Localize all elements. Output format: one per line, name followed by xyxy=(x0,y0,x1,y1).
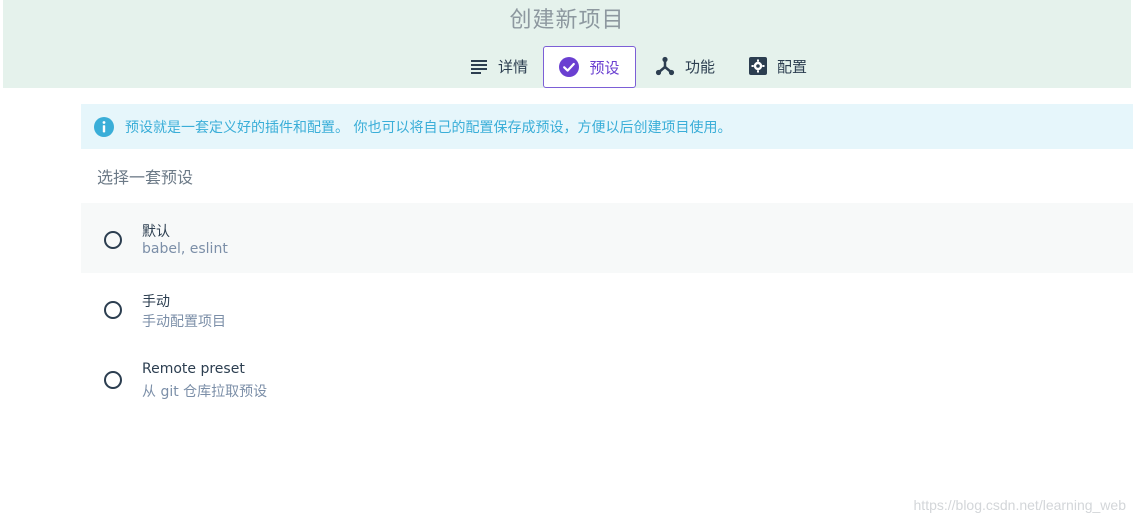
fork-icon xyxy=(655,56,675,76)
header: 创建新项目 详情 预设 功能 配置 xyxy=(3,0,1131,88)
tab-config[interactable]: 配置 xyxy=(745,46,835,86)
settings-icon xyxy=(749,57,767,75)
preset-item-remote[interactable]: Remote preset 从 git 仓库拉取预设 xyxy=(81,343,1133,413)
preset-name: 默认 xyxy=(142,224,170,240)
watermark: https://blog.csdn.net/learning_web xyxy=(913,497,1126,513)
tab-features-label: 功能 xyxy=(685,57,716,76)
radio-button[interactable] xyxy=(104,231,122,249)
info-banner: 预设就是一套定义好的插件和配置。 你也可以将自己的配置保存成预设，方便以后创建项… xyxy=(81,104,1133,149)
step-tabs: 详情 预设 功能 配置 xyxy=(3,46,1131,88)
info-text: 预设就是一套定义好的插件和配置。 你也可以将自己的配置保存成预设，方便以后创建项… xyxy=(125,119,732,136)
preset-description: 手动配置项目 xyxy=(142,314,226,330)
section-title: 选择一套预设 xyxy=(97,168,194,187)
preset-name: 手动 xyxy=(142,294,170,310)
preset-description: 从 git 仓库拉取预设 xyxy=(142,384,268,400)
radio-button[interactable] xyxy=(104,371,122,389)
preset-item-default[interactable]: 默认 babel, eslint xyxy=(81,203,1133,273)
tab-presets[interactable]: 预设 xyxy=(543,46,636,88)
preset-description: babel, eslint xyxy=(142,241,228,257)
check-circle-icon xyxy=(559,57,580,77)
info-icon xyxy=(94,116,114,137)
preset-list: 默认 babel, eslint 手动 手动配置项目 Remote preset… xyxy=(81,203,1133,413)
radio-button[interactable] xyxy=(104,301,122,319)
preset-name: Remote preset xyxy=(142,361,245,377)
preset-item-manual[interactable]: 手动 手动配置项目 xyxy=(81,273,1133,343)
tab-details-label: 详情 xyxy=(498,57,529,76)
tab-presets-label: 预设 xyxy=(589,58,620,77)
tab-features[interactable]: 功能 xyxy=(651,46,741,86)
page-title: 创建新项目 xyxy=(509,8,625,33)
list-icon xyxy=(470,58,488,74)
tab-details[interactable]: 详情 xyxy=(466,46,546,86)
tab-config-label: 配置 xyxy=(777,57,808,76)
